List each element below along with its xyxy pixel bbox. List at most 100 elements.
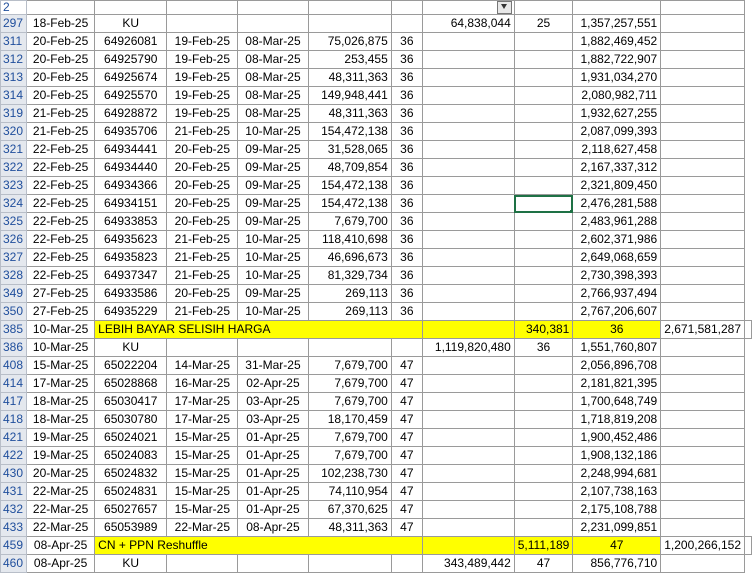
cell-balance[interactable]: 1,908,132,186 [572, 446, 662, 466]
cell-date[interactable]: 20-Mar-25 [26, 464, 96, 484]
cell-credit-period[interactable] [513, 410, 574, 430]
row-header[interactable]: 321 [0, 140, 28, 160]
cell-balance[interactable]: 2,231,099,851 [572, 518, 662, 538]
cell-due-date[interactable]: 08-Mar-25 [237, 68, 309, 88]
cell[interactable] [572, 0, 662, 16]
cell-due-date[interactable] [237, 554, 309, 573]
cell-period[interactable]: 36 [390, 248, 423, 268]
cell-doc-date[interactable]: 21-Feb-25 [166, 230, 239, 250]
cell-document[interactable]: 64935229 [94, 302, 168, 322]
cell-date[interactable]: 27-Feb-25 [26, 302, 96, 322]
cell-debit[interactable]: 18,170,459 [307, 410, 392, 430]
cell-credit[interactable] [421, 446, 515, 466]
row-header[interactable]: 327 [0, 248, 28, 268]
cell-credit[interactable]: 64,838,044 [421, 14, 515, 34]
cell-due-date[interactable]: 09-Mar-25 [237, 212, 309, 232]
cell-balance[interactable]: 2,767,206,607 [572, 302, 662, 322]
cell-empty[interactable] [660, 194, 745, 214]
cell-balance[interactable]: 1,718,819,208 [572, 410, 662, 430]
cell-date[interactable]: 22-Feb-25 [26, 212, 96, 232]
cell-credit-period[interactable] [513, 176, 574, 196]
cell-balance[interactable]: 2,118,627,458 [572, 140, 662, 160]
cell-credit[interactable] [421, 518, 515, 538]
cell-due-date[interactable]: 08-Mar-25 [237, 32, 309, 52]
cell-empty[interactable] [660, 158, 745, 178]
cell-date[interactable]: 27-Feb-25 [26, 284, 96, 304]
cell-debit[interactable] [307, 14, 392, 34]
cell-doc-date[interactable]: 19-Feb-25 [166, 50, 239, 70]
cell-date[interactable]: 18-Mar-25 [26, 392, 96, 412]
cell-doc-date[interactable]: 21-Feb-25 [166, 248, 239, 268]
cell-credit-period[interactable] [513, 446, 574, 466]
cell-debit[interactable] [307, 554, 392, 573]
cell-doc-date[interactable] [166, 338, 239, 358]
cell-document[interactable]: 65024021 [94, 428, 168, 448]
cell-document[interactable]: 65024831 [94, 482, 168, 502]
cell-credit-period[interactable] [513, 428, 574, 448]
cell-credit-period[interactable] [513, 518, 574, 538]
cell-credit-period[interactable] [513, 356, 574, 376]
cell-period[interactable]: 47 [390, 518, 423, 538]
cell-credit[interactable]: 5,111,189 [513, 536, 574, 556]
row-header[interactable]: 414 [0, 374, 28, 394]
cell-date[interactable]: 08-Apr-25 [26, 536, 96, 556]
cell-credit[interactable] [421, 302, 515, 322]
cell-debit[interactable]: 46,696,673 [307, 248, 392, 268]
cell-due-date[interactable]: 03-Apr-25 [237, 392, 309, 412]
cell-document[interactable]: 64937347 [94, 266, 168, 286]
cell-period[interactable]: 36 [390, 230, 423, 250]
row-header[interactable]: 297 [0, 14, 28, 34]
cell-debit[interactable]: 7,679,700 [307, 374, 392, 394]
cell-due-date[interactable]: 10-Mar-25 [237, 122, 309, 142]
cell[interactable] [307, 0, 392, 16]
cell-date[interactable]: 22-Feb-25 [26, 194, 96, 214]
cell-debit[interactable]: 31,528,065 [307, 140, 392, 160]
cell-balance[interactable]: 1,932,627,255 [572, 104, 662, 124]
cell-balance[interactable]: 2,181,821,395 [572, 374, 662, 394]
cell-document[interactable]: 64928872 [94, 104, 168, 124]
cell-due-date[interactable]: 09-Mar-25 [237, 176, 309, 196]
cell-empty[interactable] [660, 284, 745, 304]
cell-credit[interactable] [421, 482, 515, 502]
cell-due-date[interactable]: 09-Mar-25 [237, 158, 309, 178]
cell-credit[interactable] [421, 176, 515, 196]
row-header[interactable]: 326 [0, 230, 28, 250]
row-header[interactable]: 349 [0, 284, 28, 304]
cell-debit[interactable]: 118,410,698 [307, 230, 392, 250]
cell-due-date[interactable]: 01-Apr-25 [237, 500, 309, 520]
cell-empty[interactable] [660, 266, 745, 286]
cell-doc-date[interactable]: 20-Feb-25 [166, 212, 239, 232]
cell[interactable] [94, 0, 168, 16]
cell-doc-date[interactable]: 15-Mar-25 [166, 446, 239, 466]
cell-empty[interactable] [660, 482, 745, 502]
row-header[interactable]: 319 [0, 104, 28, 124]
cell-credit-period[interactable] [513, 374, 574, 394]
cell-empty[interactable] [660, 68, 745, 88]
cell-debit[interactable]: 75,026,875 [307, 32, 392, 52]
cell-empty[interactable] [660, 104, 745, 124]
cell-document[interactable]: 65024083 [94, 446, 168, 466]
cell-debit[interactable]: 81,329,734 [307, 266, 392, 286]
cell-balance[interactable]: 1,551,760,807 [572, 338, 662, 358]
cell-period[interactable] [390, 338, 423, 358]
cell-credit-period[interactable]: 36 [572, 320, 662, 340]
cell-date[interactable]: 10-Mar-25 [26, 320, 96, 340]
cell-period[interactable] [390, 14, 423, 34]
cell-due-date[interactable]: 10-Mar-25 [237, 248, 309, 268]
cell-document[interactable]: 64935623 [94, 230, 168, 250]
cell-doc-date[interactable]: 19-Feb-25 [166, 68, 239, 88]
cell-credit[interactable] [421, 212, 515, 232]
cell-date[interactable]: 21-Feb-25 [26, 104, 96, 124]
cell-balance[interactable]: 2,056,896,708 [572, 356, 662, 376]
row-header[interactable]: 386 [0, 338, 28, 358]
cell-period[interactable]: 47 [390, 446, 423, 466]
row-header[interactable]: 2 [0, 0, 28, 16]
cell-date[interactable]: 22-Feb-25 [26, 176, 96, 196]
cell-debit[interactable]: 102,238,730 [307, 464, 392, 484]
row-header[interactable]: 408 [0, 356, 28, 376]
cell-credit[interactable] [421, 374, 515, 394]
cell-balance[interactable]: 2,167,337,312 [572, 158, 662, 178]
cell-credit[interactable] [421, 464, 515, 484]
cell-period[interactable]: 36 [390, 140, 423, 160]
cell-date[interactable]: 18-Mar-25 [26, 410, 96, 430]
